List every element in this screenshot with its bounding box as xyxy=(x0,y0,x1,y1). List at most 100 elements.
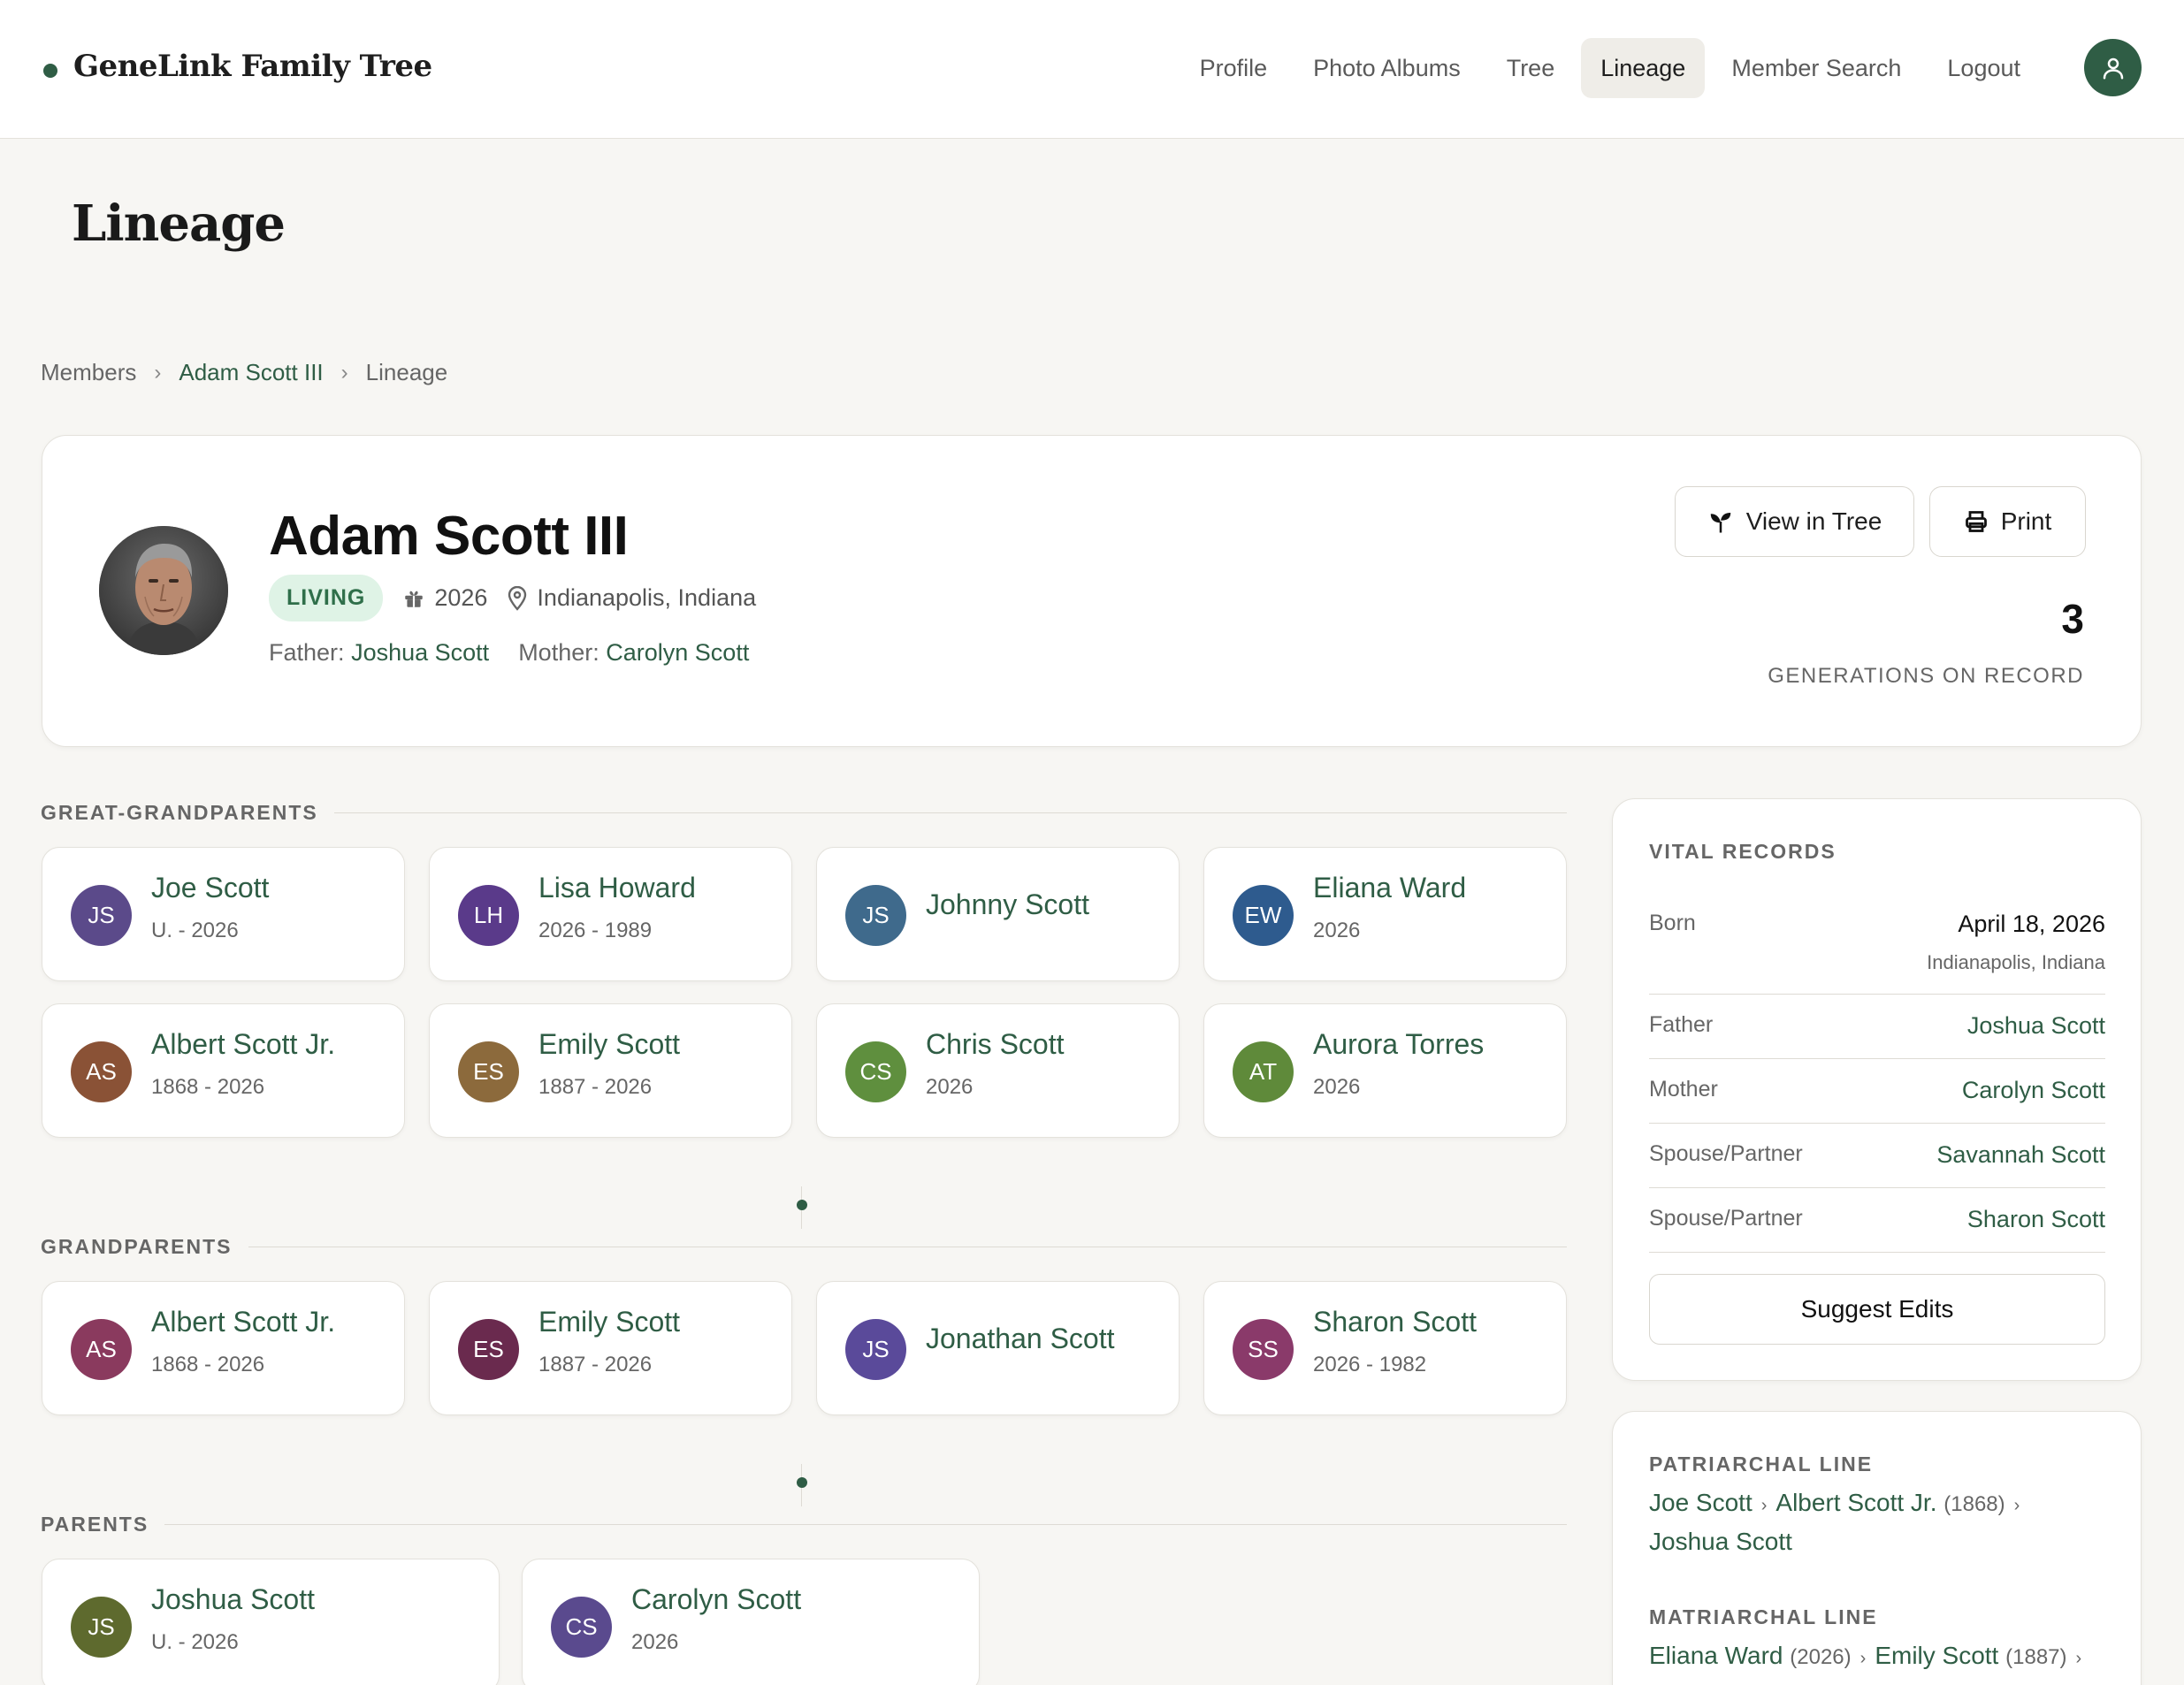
page-title: Lineage xyxy=(72,194,286,253)
vital-key: Born xyxy=(1649,911,1696,935)
matriarchal-ancestor[interactable]: Eliana Ward xyxy=(1649,1642,1783,1669)
vital-key: Spouse/Partner xyxy=(1649,1206,1803,1231)
person-name: Joe Scott xyxy=(151,872,270,903)
person-dates: U. - 2026 xyxy=(151,919,239,942)
vital-row-spouse: Spouse/Partner Sharon Scott xyxy=(1649,1188,2105,1253)
person-card[interactable]: LH Lisa Howard 2026 - 1989 xyxy=(429,847,792,981)
vital-mother-link[interactable]: Carolyn Scott xyxy=(1962,1077,2105,1104)
vital-key: Spouse/Partner xyxy=(1649,1141,1803,1166)
person-card[interactable]: AS Albert Scott Jr. 1868 - 2026 xyxy=(42,1281,405,1415)
person-card[interactable]: JS Joe Scott U. - 2026 xyxy=(42,847,405,981)
person-avatar: LH xyxy=(458,885,519,946)
patriarchal-title: PATRIARCHAL LINE xyxy=(1649,1452,1874,1475)
vital-records-card: VITAL RECORDS Born April 18, 2026 Indian… xyxy=(1612,798,2142,1381)
grandparents-heading: GRANDPARENTS xyxy=(41,1235,1567,1259)
print-button[interactable]: Print xyxy=(1929,486,2086,557)
brand-dot-icon xyxy=(43,64,57,78)
person-avatar: JS xyxy=(845,1319,906,1380)
portrait-image xyxy=(99,526,228,655)
vital-key: Mother xyxy=(1649,1077,1718,1102)
person-dates: U. - 2026 xyxy=(151,1630,239,1654)
patriarchal-ancestor[interactable]: Albert Scott Jr. xyxy=(1775,1489,1936,1516)
matriarchal-ancestor[interactable]: Emily Scott xyxy=(1875,1642,1998,1669)
person-card[interactable]: CS Carolyn Scott 2026 xyxy=(522,1559,980,1685)
person-name: Joshua Scott xyxy=(151,1583,315,1615)
person-card[interactable]: JS Johnny Scott xyxy=(816,847,1180,981)
location-text: Indianapolis, Indiana xyxy=(537,584,757,611)
divider xyxy=(333,812,1567,813)
divider xyxy=(164,1524,1567,1525)
mother-link[interactable]: Carolyn Scott xyxy=(606,639,749,666)
person-name: Jonathan Scott xyxy=(926,1323,1115,1354)
view-in-tree-button[interactable]: View in Tree xyxy=(1675,486,1914,557)
person-avatar: AS xyxy=(71,1319,132,1380)
patriarchal-ancestor[interactable]: Joe Scott xyxy=(1649,1489,1753,1516)
person-avatar: EW xyxy=(1233,885,1294,946)
person-name: Emily Scott xyxy=(538,1028,681,1060)
mother-label: Mother: xyxy=(518,639,599,666)
person-avatar: ES xyxy=(458,1041,519,1102)
nav-tree[interactable]: Tree xyxy=(1487,38,1575,98)
breadcrumb: Members › Adam Scott III › Lineage xyxy=(41,359,447,386)
person-card[interactable]: SS Sharon Scott 2026 - 1982 xyxy=(1203,1281,1567,1415)
lineage-lines-card: PATRIARCHAL LINE Joe Scott › Albert Scott … xyxy=(1612,1411,2142,1685)
nav-photo-albums[interactable]: Photo Albums xyxy=(1294,38,1480,98)
nav-lineage[interactable]: Lineage xyxy=(1581,38,1706,98)
vital-father-link[interactable]: Joshua Scott xyxy=(1967,1012,2105,1040)
person-name: Emily Scott xyxy=(538,1306,681,1338)
person-dates: 2026 xyxy=(1313,919,1361,942)
person-card[interactable]: ES Emily Scott 1887 - 2026 xyxy=(429,1003,792,1138)
person-name: Sharon Scott xyxy=(1313,1306,1477,1338)
printer-icon xyxy=(1965,511,1987,532)
vital-spouse-link[interactable]: Savannah Scott xyxy=(1936,1141,2105,1169)
chevron-right-icon: › xyxy=(1760,1496,1768,1515)
ancestor-year: (2026) xyxy=(1790,1645,1852,1669)
person-avatar: CS xyxy=(551,1597,612,1658)
profile-portrait xyxy=(99,526,228,655)
user-icon xyxy=(2103,57,2123,79)
father-link[interactable]: Joshua Scott xyxy=(351,639,489,666)
person-name: Eliana Ward xyxy=(1313,872,1467,903)
person-card[interactable]: EW Eliana Ward 2026 xyxy=(1203,847,1567,981)
person-dates: 2026 - 1982 xyxy=(1313,1353,1427,1376)
user-avatar-button[interactable] xyxy=(2084,39,2142,96)
person-dates: 1868 - 2026 xyxy=(151,1353,265,1376)
person-name: Johnny Scott xyxy=(926,888,1089,920)
status-badge: LIVING xyxy=(269,575,384,621)
nav-member-search[interactable]: Member Search xyxy=(1712,38,1921,98)
vital-key: Father xyxy=(1649,1012,1714,1037)
brand[interactable]: GeneLink Family Tree xyxy=(43,49,432,84)
nav-logout[interactable]: Logout xyxy=(1928,38,2040,98)
person-name: Carolyn Scott xyxy=(631,1583,802,1615)
breadcrumb-member[interactable]: Adam Scott III xyxy=(179,359,323,386)
section-label: PARENTS xyxy=(41,1513,149,1536)
person-card[interactable]: AT Aurora Torres 2026 xyxy=(1203,1003,1567,1138)
person-card[interactable]: CS Chris Scott 2026 xyxy=(816,1003,1180,1138)
person-dates: 1868 - 2026 xyxy=(151,1075,265,1099)
person-card[interactable]: ES Emily Scott 1887 - 2026 xyxy=(429,1281,792,1415)
breadcrumb-members[interactable]: Members xyxy=(41,359,136,386)
parents-heading: PARENTS xyxy=(41,1513,1567,1536)
suggest-edits-button[interactable]: Suggest Edits xyxy=(1649,1274,2105,1345)
person-dates: 2026 xyxy=(926,1075,974,1099)
profile-card: Adam Scott III LIVING 2026 Indianapolis,… xyxy=(42,435,2142,747)
connector-dot-icon xyxy=(797,1477,807,1488)
patriarchal-line-cont: Joshua Scott xyxy=(1649,1528,1792,1556)
person-card[interactable]: JS Joshua Scott U. - 2026 xyxy=(42,1559,500,1685)
sprout-icon xyxy=(1710,513,1730,533)
vital-row-spouse: Spouse/Partner Savannah Scott xyxy=(1649,1124,2105,1188)
patriarchal-ancestor[interactable]: Joshua Scott xyxy=(1649,1528,1792,1555)
person-card[interactable]: JS Jonathan Scott xyxy=(816,1281,1180,1415)
person-card[interactable]: AS Albert Scott Jr. 1868 - 2026 xyxy=(42,1003,405,1138)
ancestor-year: (1887) xyxy=(2005,1645,2067,1669)
person-dates: 2026 - 1989 xyxy=(538,919,653,942)
chevron-right-icon: › xyxy=(2013,1496,2020,1515)
breadcrumb-separator: › xyxy=(154,360,162,385)
person-avatar: ES xyxy=(458,1319,519,1380)
gift-icon xyxy=(405,591,424,607)
vital-value: April 18, 2026 xyxy=(1958,911,2105,937)
section-label: GREAT-GRANDPARENTS xyxy=(41,801,318,824)
vital-spouse-link[interactable]: Sharon Scott xyxy=(1967,1206,2105,1233)
nav-profile[interactable]: Profile xyxy=(1180,38,1287,98)
chevron-right-icon: › xyxy=(1859,1649,1867,1668)
